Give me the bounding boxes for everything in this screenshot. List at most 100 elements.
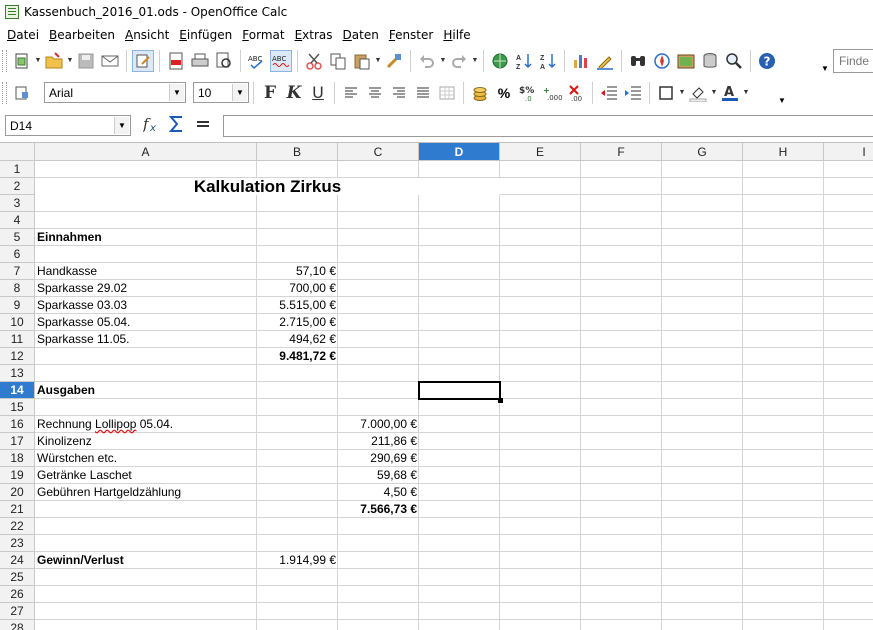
autospellcheck-icon[interactable]: ABC [270, 49, 292, 72]
expense-label[interactable]: Rechnung Lollipop 05.04. [35, 416, 257, 433]
sheet-title[interactable]: Kalkulation Zirkus [35, 178, 500, 195]
expense-amount[interactable]: 7.000,00 € [338, 416, 419, 433]
name-box[interactable]: D14 ▼ [5, 115, 131, 136]
row-header[interactable]: 1 [0, 161, 35, 178]
open-dropdown-icon[interactable]: ▼ [66, 57, 74, 64]
add-decimal-icon[interactable]: + .000 [541, 82, 563, 104]
column-header-d[interactable]: D [419, 143, 500, 161]
row-header[interactable]: 16 [0, 416, 35, 433]
font-size-combo[interactable]: 10 ▼ [193, 82, 249, 103]
toolbar-grip[interactable] [2, 49, 7, 72]
expense-label[interactable]: Gebühren Hartgeldzählung [35, 484, 257, 501]
menu-bearbeiten[interactable]: Bearbeiten [44, 25, 120, 45]
row-header[interactable]: 15 [0, 399, 35, 416]
redo-icon[interactable] [448, 50, 470, 72]
result-value[interactable]: 1.914,99 € [257, 552, 338, 569]
export-pdf-icon[interactable] [165, 50, 187, 72]
hyperlink-icon[interactable] [489, 50, 511, 72]
background-dropdown-icon[interactable]: ▼ [710, 89, 718, 96]
menu-einfuegen[interactable]: Einfügen [174, 25, 237, 45]
income-amount[interactable]: 57,10 € [257, 263, 338, 280]
gallery-icon[interactable] [675, 50, 697, 72]
row-header[interactable]: 20 [0, 484, 35, 501]
bold-button[interactable]: F [259, 82, 281, 104]
row-header[interactable]: 24 [0, 552, 35, 569]
row-header[interactable]: 18 [0, 450, 35, 467]
income-amount[interactable]: 700,00 € [257, 280, 338, 297]
sort-ascending-icon[interactable]: AZ [513, 50, 535, 72]
undo-icon[interactable] [416, 50, 438, 72]
paste-dropdown-icon[interactable]: ▼ [374, 57, 382, 64]
save-icon[interactable] [75, 50, 97, 72]
cell-cursor[interactable] [418, 381, 501, 400]
row-header[interactable]: 3 [0, 195, 35, 212]
row-header[interactable]: 21 [0, 501, 35, 518]
percent-button[interactable]: % [493, 82, 515, 104]
function-wizard-icon[interactable]: fx [142, 115, 163, 137]
menu-fenster[interactable]: Fenster [384, 25, 439, 45]
formula-input[interactable] [223, 115, 873, 137]
redo-dropdown-icon[interactable]: ▼ [471, 57, 479, 64]
toolbar-grip[interactable] [2, 81, 7, 104]
income-amount[interactable]: 494,62 € [257, 331, 338, 348]
row-header[interactable]: 10 [0, 314, 35, 331]
column-header-a[interactable]: A [35, 143, 257, 161]
select-all-corner[interactable] [0, 143, 35, 161]
sort-descending-icon[interactable]: ZA [537, 50, 559, 72]
standard-number-format-icon[interactable]: $% .0 [517, 82, 539, 104]
row-header[interactable]: 28 [0, 620, 35, 630]
result-label[interactable]: Gewinn/Verlust [35, 552, 257, 569]
expense-label[interactable]: Kinolizenz [35, 433, 257, 450]
column-header-g[interactable]: G [662, 143, 743, 161]
align-right-icon[interactable] [388, 82, 410, 104]
toolbar-overflow-icon[interactable]: ▼ [820, 51, 830, 73]
merge-cells-icon[interactable] [436, 82, 458, 104]
show-draw-functions-icon[interactable] [594, 50, 616, 72]
decrease-indent-icon[interactable] [598, 82, 620, 104]
expense-amount[interactable]: 4,50 € [338, 484, 419, 501]
row-header[interactable]: 17 [0, 433, 35, 450]
increase-indent-icon[interactable] [622, 82, 644, 104]
undo-dropdown-icon[interactable]: ▼ [439, 57, 447, 64]
delete-decimal-icon[interactable]: .00 [565, 82, 587, 104]
income-header[interactable]: Einnahmen [35, 229, 257, 246]
income-label[interactable]: Handkasse [35, 263, 257, 280]
expense-label[interactable]: Würstchen etc. [35, 450, 257, 467]
row-header[interactable]: 26 [0, 586, 35, 603]
clone-formatting-icon[interactable] [383, 50, 405, 72]
zoom-icon[interactable] [723, 50, 745, 72]
row-header[interactable]: 2 [0, 178, 35, 195]
new-dropdown-icon[interactable]: ▼ [34, 57, 42, 64]
paste-icon[interactable] [351, 50, 373, 72]
print-icon[interactable] [189, 50, 211, 72]
insert-chart-icon[interactable] [570, 50, 592, 72]
navigator-icon[interactable] [651, 50, 673, 72]
row-header[interactable]: 9 [0, 297, 35, 314]
column-header-i[interactable]: I [824, 143, 873, 161]
row-header[interactable]: 14 [0, 382, 35, 399]
income-label[interactable]: Sparkasse 03.03 [35, 297, 257, 314]
spellcheck-icon[interactable]: ABC [246, 50, 268, 72]
column-header-e[interactable]: E [500, 143, 581, 161]
expense-amount[interactable]: 211,86 € [338, 433, 419, 450]
menu-format[interactable]: Format [237, 25, 289, 45]
fill-handle[interactable] [498, 398, 503, 403]
column-header-c[interactable]: C [338, 143, 419, 161]
data-sources-icon[interactable] [699, 50, 721, 72]
expense-amount[interactable]: 290,69 € [338, 450, 419, 467]
page-preview-icon[interactable] [213, 50, 235, 72]
justify-icon[interactable] [412, 82, 434, 104]
expense-amount[interactable]: 59,68 € [338, 467, 419, 484]
column-header-b[interactable]: B [257, 143, 338, 161]
menu-extras[interactable]: Extras [290, 25, 338, 45]
row-header[interactable]: 8 [0, 280, 35, 297]
chevron-down-icon[interactable]: ▼ [169, 84, 184, 101]
find-replace-icon[interactable] [627, 50, 649, 72]
column-header-h[interactable]: H [743, 143, 824, 161]
income-amount[interactable]: 2.715,00 € [257, 314, 338, 331]
expense-label[interactable]: Getränke Laschet [35, 467, 257, 484]
spreadsheet-grid[interactable]: A B C D E F G H I 1 2 3 4 5 6 7 8 9 10 11 12 13 14 15 1… [0, 142, 873, 630]
income-label[interactable]: Sparkasse 05.04. [35, 314, 257, 331]
toolbar-overflow-icon[interactable]: ▼ [777, 83, 787, 105]
column-header-f[interactable]: F [581, 143, 662, 161]
